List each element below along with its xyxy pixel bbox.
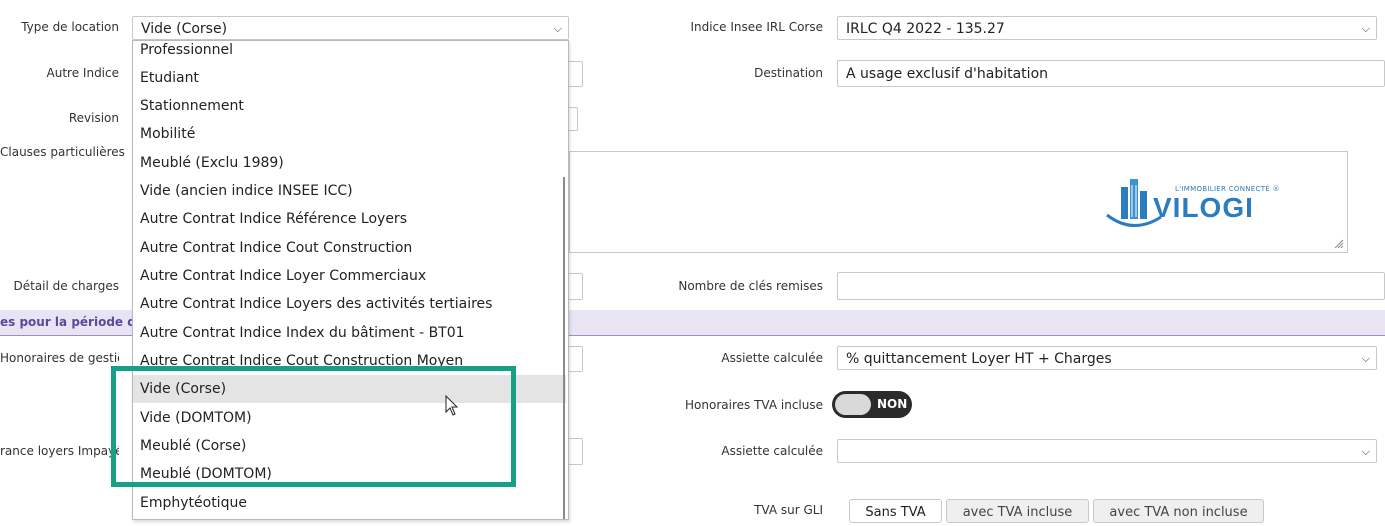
honoraires-tva-toggle[interactable]: NON — [832, 391, 912, 418]
destination-value: A usage exclusif d'habitation — [846, 66, 1049, 82]
logo-name: VILOGI — [1153, 192, 1254, 223]
highlight-box — [111, 366, 516, 487]
tva-incluse-button[interactable]: avec TVA incluse — [946, 499, 1089, 523]
chevron-down-icon: ⌵ — [553, 22, 562, 35]
dropdown-option[interactable]: Vide (ancien indice INSEE ICC) — [133, 177, 566, 205]
assiette-1-value: % quittancement Loyer HT + Charges — [846, 351, 1112, 367]
assiette-1-select[interactable]: % quittancement Loyer HT + Charges ⌵ — [837, 346, 1377, 370]
dropdown-option[interactable]: Emphytéotique — [133, 489, 566, 517]
label-clauses: Clauses particulières — [0, 145, 125, 159]
chevron-down-icon: ⌵ — [1361, 352, 1370, 365]
dropdown-option[interactable]: Autre Contrat Indice Loyers des activité… — [133, 290, 566, 318]
label-assiette-2: Assiette calculée — [721, 444, 823, 458]
dropdown-option[interactable]: Professionnel — [133, 41, 566, 64]
label-honoraires-gestion: Honoraires de gestion — [0, 351, 119, 365]
indice-insee-value: IRLC Q4 2022 - 135.27 — [846, 21, 1005, 37]
label-revision: Revision — [68, 111, 119, 125]
assiette-2-select[interactable]: ⌵ — [837, 439, 1377, 463]
toggle-knob — [835, 394, 871, 415]
label-assiette-1: Assiette calculée — [721, 351, 823, 365]
dropdown-scrollbar[interactable] — [563, 177, 565, 519]
chevron-down-icon: ⌵ — [1361, 445, 1370, 458]
resize-handle-icon[interactable] — [1334, 239, 1344, 249]
type-location-value: Vide (Corse) — [141, 21, 228, 37]
clauses-textarea[interactable]: L'IMMOBILIER CONNECTÉ ® VILOGI — [569, 151, 1348, 253]
tva-non-incluse-button[interactable]: avec TVA non incluse — [1093, 499, 1264, 523]
dropdown-option[interactable]: Etudiant — [133, 64, 566, 92]
vilogi-logo: L'IMMOBILIER CONNECTÉ ® VILOGI — [1103, 177, 1288, 229]
mouse-pointer-icon — [445, 395, 459, 416]
indice-insee-select[interactable]: IRLC Q4 2022 - 135.27 ⌵ — [837, 16, 1377, 40]
label-nombre-cles: Nombre de clés remises — [678, 279, 823, 293]
label-detail-charges: Détail de charges — [13, 279, 119, 293]
tva-sans-button[interactable]: Sans TVA — [849, 499, 942, 523]
label-tva-gli: TVA sur GLI — [754, 503, 823, 517]
label-assurance-loyers: rance loyers Impayé — [0, 444, 119, 458]
label-honoraires-tva: Honoraires TVA incluse — [685, 398, 823, 412]
label-destination: Destination — [754, 66, 823, 80]
destination-input[interactable]: A usage exclusif d'habitation — [837, 60, 1385, 87]
dropdown-option[interactable]: Meublé (Exclu 1989) — [133, 149, 566, 177]
label-type-location: Type de location — [21, 20, 119, 34]
dropdown-option[interactable]: Mobilité — [133, 120, 566, 148]
chevron-down-icon: ⌵ — [1361, 22, 1370, 35]
label-indice-insee: Indice Insee IRL Corse — [690, 20, 823, 34]
dropdown-option[interactable]: Autre Contrat Indice Index du bâtiment -… — [133, 319, 566, 347]
dropdown-option[interactable]: Autre Contrat Indice Loyer Commerciaux — [133, 262, 566, 290]
type-location-select[interactable]: Vide (Corse) ⌵ — [132, 16, 569, 40]
dropdown-option[interactable]: Autre Contrat Indice Cout Construction — [133, 234, 566, 262]
label-autre-indice: Autre Indice — [46, 66, 119, 80]
nombre-cles-input[interactable] — [837, 272, 1385, 300]
dropdown-option[interactable]: Stationnement — [133, 92, 566, 120]
toggle-label: NON — [877, 397, 908, 411]
dropdown-option[interactable]: Autre Contrat Indice Référence Loyers — [133, 205, 566, 233]
